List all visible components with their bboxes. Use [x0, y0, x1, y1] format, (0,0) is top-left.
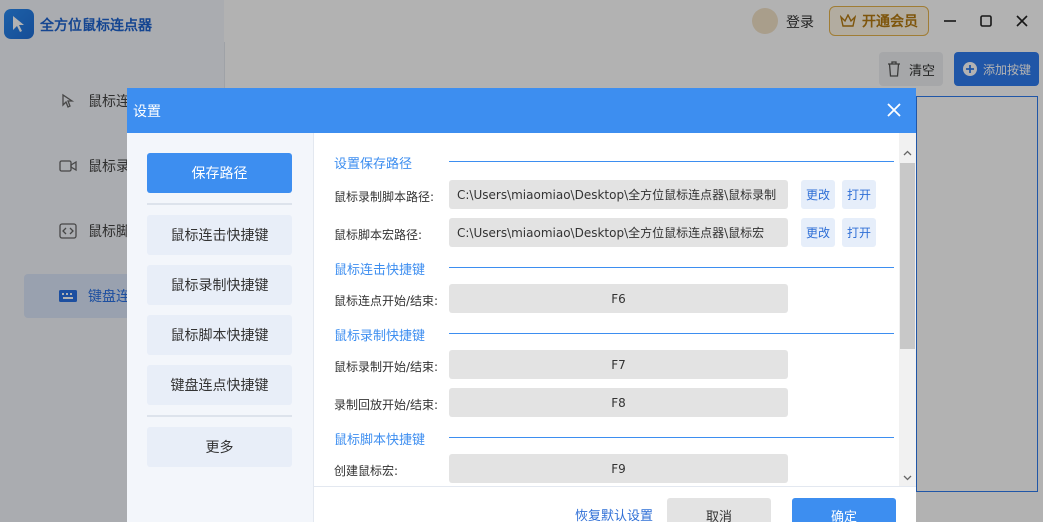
macro-path-label: 鼠标脚本宏路径: — [334, 228, 423, 242]
divider — [449, 161, 894, 162]
section-title-save-path: 设置保存路径 — [334, 157, 413, 172]
nav-script-hotkey[interactable]: 鼠标脚本快捷键 — [147, 315, 292, 355]
record-path-open-button[interactable]: 打开 — [842, 180, 876, 209]
settings-nav: 保存路径 鼠标连击快捷键 鼠标录制快捷键 鼠标脚本快捷键 键盘连点快捷键 更多 — [127, 133, 314, 522]
playback-hotkey-field[interactable]: F8 — [449, 388, 788, 417]
section-title-record-hotkey: 鼠标录制快捷键 — [334, 329, 426, 344]
macro-path-open-button[interactable]: 打开 — [842, 218, 876, 247]
nav-record-hotkey[interactable]: 鼠标录制快捷键 — [147, 265, 292, 305]
divider — [449, 437, 894, 438]
dialog-footer: 恢复默认设置 取消 确定 — [314, 486, 916, 522]
macro-path-change-button[interactable]: 更改 — [801, 218, 835, 247]
section-title-script-hotkey: 鼠标脚本快捷键 — [334, 433, 426, 448]
settings-panel: 设置保存路径 鼠标录制脚本路径: C:\Users\miaomiao\Deskt… — [314, 133, 916, 486]
nav-more[interactable]: 更多 — [147, 427, 292, 467]
divider — [449, 267, 894, 268]
restore-defaults-link[interactable]: 恢复默认设置 — [575, 505, 653, 522]
divider — [449, 333, 894, 334]
create-macro-label: 创建鼠标宏: — [334, 464, 399, 478]
nav-click-hotkey[interactable]: 鼠标连击快捷键 — [147, 215, 292, 255]
macro-path-field[interactable]: C:\Users\miaomiao\Desktop\全方位鼠标连点器\鼠标宏 — [449, 218, 788, 247]
record-path-change-button[interactable]: 更改 — [801, 180, 835, 209]
click-hotkey-label: 鼠标连点开始/结束: — [334, 294, 439, 308]
chevron-down-icon[interactable] — [903, 473, 912, 482]
scrollbar[interactable] — [899, 133, 916, 486]
chevron-up-icon[interactable] — [903, 149, 912, 158]
record-path-label: 鼠标录制脚本路径: — [334, 190, 435, 204]
close-icon[interactable] — [884, 100, 904, 120]
settings-dialog: 设置 保存路径 鼠标连击快捷键 鼠标录制快捷键 鼠标脚本快捷键 键盘连点快捷键 … — [127, 88, 916, 522]
record-path-field[interactable]: C:\Users\miaomiao\Desktop\全方位鼠标连点器\鼠标录制 — [449, 180, 788, 209]
click-hotkey-field[interactable]: F6 — [449, 284, 788, 313]
dialog-title: 设置 — [133, 103, 161, 120]
record-hotkey-label: 鼠标录制开始/结束: — [334, 360, 439, 374]
dialog-header: 设置 — [127, 88, 916, 133]
nav-keyboard-hotkey[interactable]: 键盘连点快捷键 — [147, 365, 292, 405]
section-title-click-hotkey: 鼠标连击快捷键 — [334, 263, 426, 278]
divider — [147, 203, 292, 205]
create-macro-field[interactable]: F9 — [449, 454, 788, 483]
divider — [147, 415, 292, 417]
nav-save-path[interactable]: 保存路径 — [147, 153, 292, 193]
scrollbar-thumb[interactable] — [900, 163, 915, 349]
record-hotkey-field[interactable]: F7 — [449, 350, 788, 379]
ok-button[interactable]: 确定 — [792, 498, 896, 522]
playback-hotkey-label: 录制回放开始/结束: — [334, 398, 439, 412]
cancel-button[interactable]: 取消 — [667, 498, 771, 522]
